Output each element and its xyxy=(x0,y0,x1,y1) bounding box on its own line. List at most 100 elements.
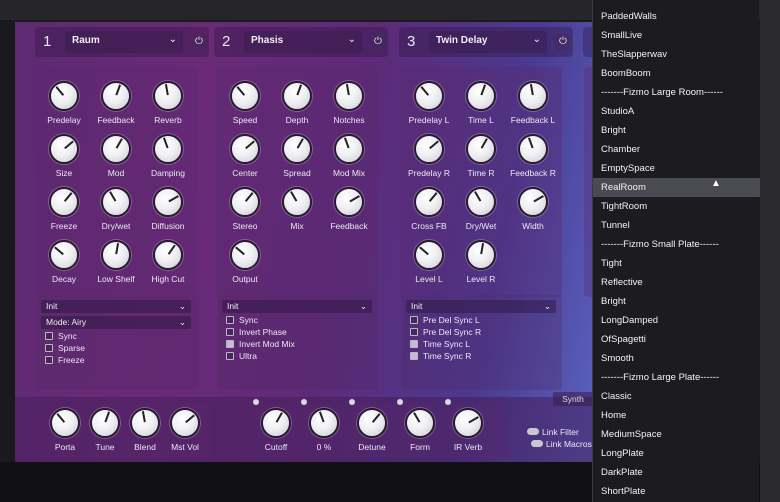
knob-mix[interactable] xyxy=(282,187,312,217)
knob-dry-wet[interactable] xyxy=(101,187,131,217)
menu-item-mediumspace[interactable]: MediumSpace xyxy=(593,425,760,444)
knob-damping[interactable] xyxy=(153,134,183,164)
knob-form[interactable] xyxy=(405,408,435,438)
knob-predelay-r[interactable] xyxy=(414,134,444,164)
knob-level-r[interactable] xyxy=(466,240,496,270)
macro-mod-dot[interactable] xyxy=(349,399,355,405)
knob-cutoff[interactable] xyxy=(261,408,291,438)
knob-decay[interactable] xyxy=(49,240,79,270)
menu-item-home[interactable]: Home xyxy=(593,406,760,425)
knob-body xyxy=(261,408,291,438)
checkbox-sparse[interactable]: Sparse xyxy=(45,343,85,353)
knob-tune[interactable] xyxy=(90,408,120,438)
knob-label: Spread xyxy=(283,168,311,178)
knob-feedback[interactable] xyxy=(334,187,364,217)
menu-section-header: -------Fizmo Small Plate------ xyxy=(601,239,719,250)
module-2-init-select[interactable]: Init ⌄ xyxy=(222,300,372,313)
menu-item-reflective[interactable]: Reflective xyxy=(593,273,760,292)
macro-mod-dot[interactable] xyxy=(397,399,403,405)
menu-item-boomboom[interactable]: BoomBoom xyxy=(593,64,760,83)
macro-mod-dot[interactable] xyxy=(301,399,307,405)
knob-width[interactable] xyxy=(518,187,548,217)
knob-mod-mix[interactable] xyxy=(334,134,364,164)
knob-time-r[interactable] xyxy=(466,134,496,164)
knob-predelay-l[interactable] xyxy=(414,81,444,111)
checkbox-sync[interactable]: Sync xyxy=(45,331,77,341)
knob-feedback-l[interactable] xyxy=(518,81,548,111)
menu-item-emptyspace[interactable]: EmptySpace xyxy=(593,159,760,178)
knob-predelay[interactable] xyxy=(49,81,79,111)
checkbox-time-sync-l[interactable]: Time Sync L xyxy=(410,339,470,349)
module-1-power-icon[interactable]: ⏻ xyxy=(191,34,207,50)
knob-mod[interactable] xyxy=(101,134,131,164)
checkbox-pre-del-sync-r[interactable]: Pre Del Sync R xyxy=(410,327,481,337)
checkbox-freeze[interactable]: Freeze xyxy=(45,355,84,365)
menu-item-theslapperwav[interactable]: TheSlapperwav xyxy=(593,45,760,64)
knob-cross-fb[interactable] xyxy=(414,187,444,217)
module-2-preset-select[interactable]: Phasis ⌄ xyxy=(244,31,362,53)
knob-feedback[interactable] xyxy=(101,81,131,111)
module-3-power-icon[interactable]: ⏻ xyxy=(555,34,571,50)
knob-output[interactable] xyxy=(230,240,260,270)
knob-level-l[interactable] xyxy=(414,240,444,270)
knob-time-l[interactable] xyxy=(466,81,496,111)
menu-item-bright[interactable]: Bright xyxy=(593,121,760,140)
module-3-init-select[interactable]: Init ⌄ xyxy=(406,300,556,313)
menu-item-classic[interactable]: Classic xyxy=(593,387,760,406)
menu-item-tunnel[interactable]: Tunnel xyxy=(593,216,760,235)
macro-mod-dot[interactable] xyxy=(253,399,259,405)
checkbox-ultra[interactable]: Ultra xyxy=(226,351,257,361)
macro-mod-dot[interactable] xyxy=(445,399,451,405)
checkbox-sync[interactable]: Sync xyxy=(226,315,258,325)
checkbox-invert-mod-mix[interactable]: Invert Mod Mix xyxy=(226,339,295,349)
menu-item-longdamped[interactable]: LongDamped xyxy=(593,311,760,330)
checkbox-time-sync-r[interactable]: Time Sync R xyxy=(410,351,471,361)
knob-mst-vol[interactable] xyxy=(170,408,200,438)
knob-speed[interactable] xyxy=(230,81,260,111)
menu-item-chamber[interactable]: Chamber xyxy=(593,140,760,159)
link-filter-toggle[interactable]: Link Filter xyxy=(527,427,579,437)
menu-item-longplate[interactable]: LongPlate xyxy=(593,444,760,463)
menu-item-tight[interactable]: Tight xyxy=(593,254,760,273)
menu-item-smooth[interactable]: Smooth xyxy=(593,349,760,368)
menu-item-ofspagetti[interactable]: OfSpagetti xyxy=(593,330,760,349)
knob-porta[interactable] xyxy=(50,408,80,438)
menu-item-studioa[interactable]: StudioA xyxy=(593,102,760,121)
module-1-init-select[interactable]: Init ⌄ xyxy=(41,300,191,313)
checkbox-box xyxy=(45,356,53,364)
module-1-mode-select[interactable]: Mode: Airy ⌄ xyxy=(41,316,191,329)
knob-detune[interactable] xyxy=(357,408,387,438)
knob-depth[interactable] xyxy=(282,81,312,111)
module-3-preset-select[interactable]: Twin Delay ⌄ xyxy=(429,31,547,53)
knob-freeze[interactable] xyxy=(49,187,79,217)
menu-item-smalllive[interactable]: SmallLive xyxy=(593,26,760,45)
knob-notches[interactable] xyxy=(334,81,364,111)
link-macros-toggle[interactable]: Link Macros xyxy=(531,439,592,449)
knob-blend[interactable] xyxy=(130,408,160,438)
knob-high-cut[interactable] xyxy=(153,240,183,270)
knob-feedback-r[interactable] xyxy=(518,134,548,164)
knob-ir-verb[interactable] xyxy=(453,408,483,438)
menu-item-bright[interactable]: Bright xyxy=(593,292,760,311)
knob-diffusion[interactable] xyxy=(153,187,183,217)
checkbox-invert-phase[interactable]: Invert Phase xyxy=(226,327,287,337)
knob-low-shelf[interactable] xyxy=(101,240,131,270)
knob-center[interactable] xyxy=(230,134,260,164)
knob-dry-wet[interactable] xyxy=(466,187,496,217)
menu-item-tightroom[interactable]: TightRoom xyxy=(593,197,760,216)
knob-0[interactable] xyxy=(309,408,339,438)
checkbox-label: Invert Mod Mix xyxy=(239,339,295,349)
knob-size[interactable] xyxy=(49,134,79,164)
module-2-power-icon[interactable]: ⏻ xyxy=(370,34,386,50)
synth-tab[interactable]: Synth xyxy=(553,392,593,406)
menu-item-shortplate[interactable]: ShortPlate xyxy=(593,482,760,501)
menu-item-darkplate[interactable]: DarkPlate xyxy=(593,463,760,482)
knob-reverb[interactable] xyxy=(153,81,183,111)
knob-spread[interactable] xyxy=(282,134,312,164)
knob-stereo[interactable] xyxy=(230,187,260,217)
checkbox-pre-del-sync-l[interactable]: Pre Del Sync L xyxy=(410,315,480,325)
knob-body xyxy=(334,134,364,164)
menu-item-realroom[interactable]: RealRoom xyxy=(593,178,760,197)
module-1-preset-select[interactable]: Raum ⌄ xyxy=(65,31,183,53)
menu-item-paddedwalls[interactable]: PaddedWalls xyxy=(593,7,760,26)
